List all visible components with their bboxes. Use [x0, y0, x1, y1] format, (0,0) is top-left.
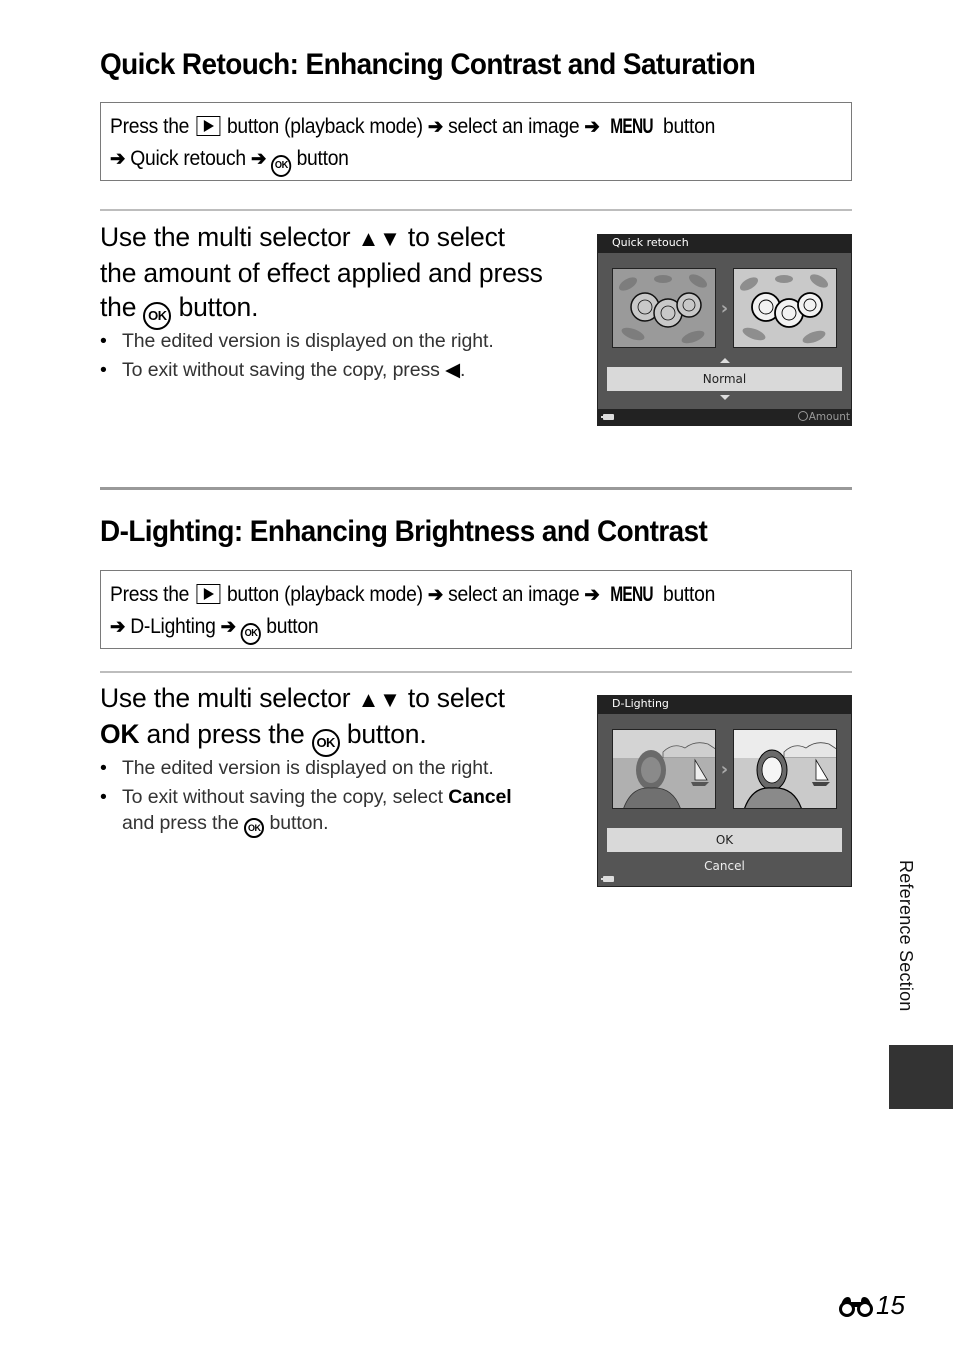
menu-button-icon: MENU	[609, 115, 653, 138]
step-text: Use the multi selector	[100, 222, 351, 252]
section-title-d-lighting: D-Lighting: Enhancing Brightness and Con…	[100, 515, 708, 548]
step-text: button.	[178, 292, 259, 322]
list-item: The edited version is displayed on the r…	[100, 328, 570, 354]
scroll-down-icon	[719, 395, 730, 400]
up-down-selector-icon: ▲▼	[357, 226, 401, 251]
notes-list: The edited version is displayed on the r…	[100, 328, 570, 386]
step-text: button.	[346, 719, 427, 749]
step-text: to select	[407, 683, 505, 713]
step-instruction: Use the multi selector ▲▼ to select the …	[100, 220, 570, 330]
step-text: the amount of effect applied and press	[100, 258, 543, 288]
screen-title: D-Lighting	[598, 696, 851, 714]
original-image-thumbnail	[612, 268, 716, 348]
note-text: To exit without saving the copy, select	[122, 786, 443, 808]
divider	[100, 209, 852, 211]
list-item: To exit without saving the copy, select …	[100, 784, 570, 838]
up-down-selector-icon: ▲▼	[357, 687, 401, 712]
arrow-right-icon: ➔	[427, 584, 444, 606]
camera-screen-quick-retouch: Quick retouch › Normal Amount	[597, 234, 852, 426]
page-number: 15	[838, 1290, 905, 1321]
step-text-bold: OK	[100, 719, 140, 749]
menu-path-item: Quick retouch	[130, 147, 246, 170]
menu-path-box-quick-retouch: Press the button (playback mode) ➔ selec…	[100, 102, 852, 181]
step-text: to select	[407, 222, 505, 252]
edited-image-thumbnail	[733, 268, 837, 348]
side-section-label: Reference Section	[896, 860, 916, 1012]
menu-path-item: D-Lighting	[130, 615, 216, 638]
chevron-right-icon: ›	[720, 298, 729, 319]
step-text: Use the multi selector	[100, 683, 351, 713]
arrow-right-icon: ➔	[250, 148, 267, 170]
option-ok: OK	[607, 828, 842, 852]
ok-button-icon: OK	[143, 302, 172, 330]
playback-button-icon	[196, 584, 220, 604]
ok-button-icon: OK	[244, 818, 265, 838]
note-text: To exit without saving the copy, press	[122, 359, 440, 381]
menu-path-text: button (playback mode)	[226, 115, 423, 138]
left-arrow-icon: ◀	[445, 359, 460, 381]
arrow-right-icon: ➔	[584, 584, 600, 606]
menu-path-text: button	[662, 583, 716, 606]
battery-icon	[601, 414, 614, 420]
option-cancel: Cancel	[704, 859, 745, 873]
step-text: the	[100, 292, 137, 322]
scroll-up-icon	[719, 358, 730, 363]
menu-path-text: Press the	[110, 583, 190, 606]
menu-path-text: button	[662, 115, 716, 138]
arrow-right-icon: ➔	[110, 616, 126, 638]
camera-screen-d-lighting: D-Lighting › OK Cancel	[597, 695, 852, 887]
selected-option-normal: Normal	[607, 367, 842, 391]
section-divider	[100, 487, 852, 490]
menu-path-text: select an image	[448, 115, 580, 138]
note-text-bold: Cancel	[448, 786, 512, 808]
footer-hint: Amount	[797, 410, 850, 424]
multi-selector-icon	[797, 411, 808, 421]
screen-title: Quick retouch	[598, 235, 851, 253]
ok-button-icon: OK	[311, 729, 340, 757]
hint-text: Amount	[808, 411, 850, 423]
notes-list: The edited version is displayed on the r…	[100, 755, 570, 841]
arrow-right-icon: ➔	[427, 116, 444, 138]
list-item: To exit without saving the copy, press ◀…	[100, 357, 570, 383]
ok-button-icon: OK	[271, 155, 292, 177]
menu-path-text: button (playback mode)	[226, 583, 423, 606]
divider	[100, 671, 852, 673]
page-number-text: 15	[876, 1290, 905, 1320]
playback-button-icon	[196, 116, 220, 136]
menu-button-icon: MENU	[609, 583, 653, 606]
note-text: and press the	[122, 812, 239, 834]
original-image-thumbnail	[612, 729, 716, 809]
step-text: and press the	[146, 719, 305, 749]
screen-footer: Amount	[598, 409, 851, 425]
ok-button-icon: OK	[240, 623, 262, 645]
menu-path-box-d-lighting: Press the button (playback mode) ➔ selec…	[100, 570, 852, 649]
note-text: button.	[269, 812, 329, 834]
edited-image-thumbnail	[733, 729, 837, 809]
step-instruction: Use the multi selector ▲▼ to select OK a…	[100, 681, 570, 757]
menu-path-text: button	[266, 615, 319, 638]
list-item: The edited version is displayed on the r…	[100, 755, 570, 781]
section-tab-marker	[889, 1045, 953, 1109]
menu-path-text: button	[296, 147, 349, 170]
arrow-right-icon: ➔	[220, 616, 236, 638]
binoculars-icon	[839, 1296, 873, 1317]
chevron-right-icon: ›	[720, 759, 729, 780]
arrow-right-icon: ➔	[584, 116, 600, 138]
menu-path-text: select an image	[448, 583, 580, 606]
battery-icon	[601, 876, 614, 882]
arrow-right-icon: ➔	[110, 148, 126, 170]
menu-path-text: Press the	[110, 115, 190, 138]
section-title-quick-retouch: Quick Retouch: Enhancing Contrast and Sa…	[100, 48, 756, 81]
